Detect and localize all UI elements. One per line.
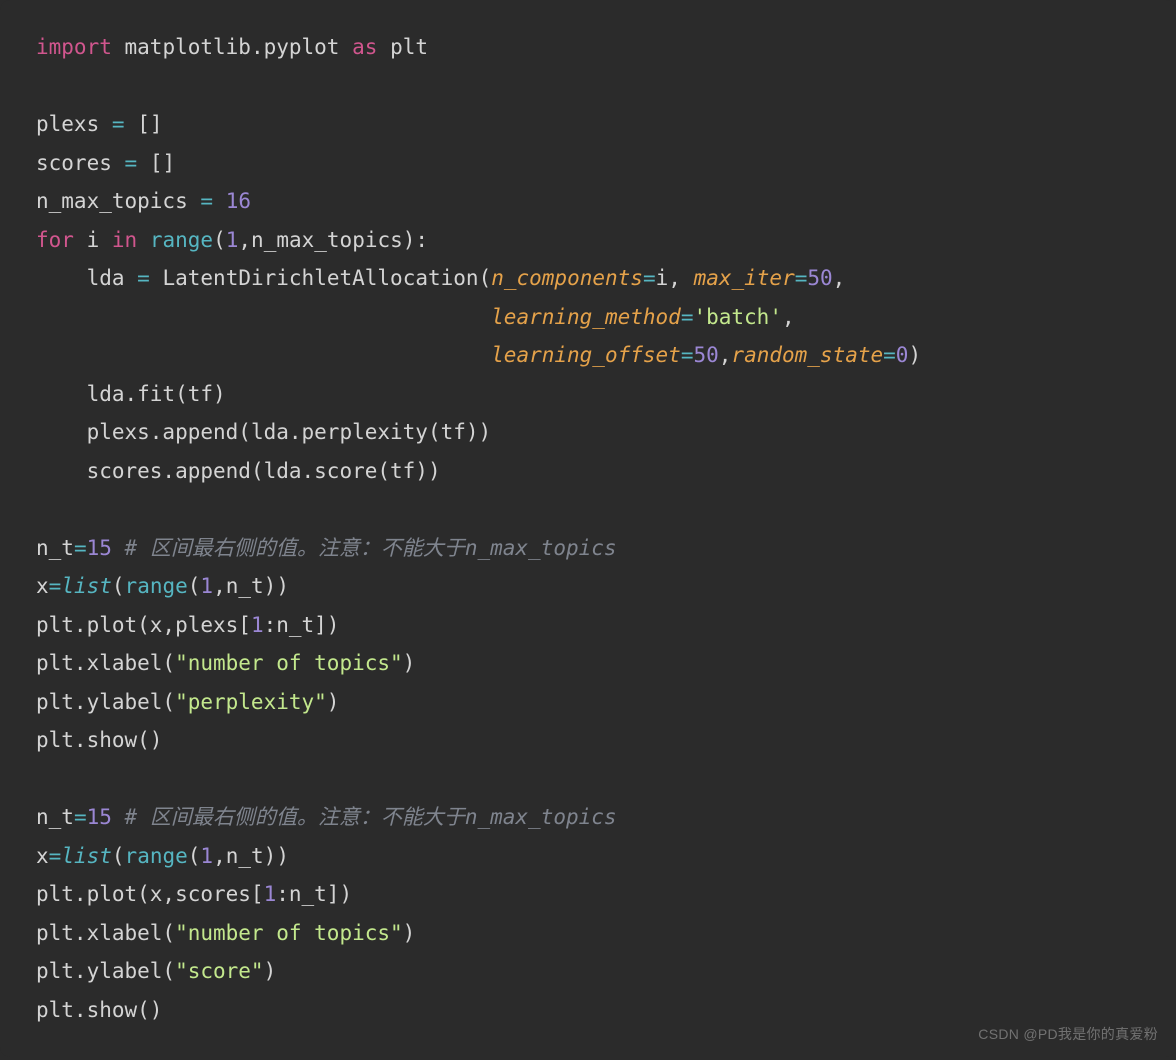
code-line: plt.xlabel("number of topics") [36, 921, 415, 945]
code-line: plt.plot(x,scores[1:n_t]) [36, 882, 352, 906]
code-line: learning_method='batch', [36, 305, 795, 329]
code-line: n_max_topics = 16 [36, 189, 251, 213]
watermark: CSDN @PD我是你的真爱粉 [978, 1024, 1158, 1044]
code-line: plexs = [] [36, 112, 162, 136]
code-line: plexs.append(lda.perplexity(tf)) [36, 420, 491, 444]
code-line: for i in range(1,n_max_topics): [36, 228, 428, 252]
code-line: plt.show() [36, 998, 162, 1022]
code-line: n_t=15 # 区间最右侧的值。注意：不能大于n_max_topics [36, 805, 617, 829]
code-line: plt.xlabel("number of topics") [36, 651, 415, 675]
code-line: scores.append(lda.score(tf)) [36, 459, 441, 483]
code-line: plt.show() [36, 728, 162, 752]
code-block: import matplotlib.pyplot as plt plexs = … [0, 0, 1176, 1057]
code-line: learning_offset=50,random_state=0) [36, 343, 921, 367]
code-line: x=list(range(1,n_t)) [36, 844, 289, 868]
code-line: scores = [] [36, 151, 175, 175]
code-line: lda.fit(tf) [36, 382, 226, 406]
code-line: x=list(range(1,n_t)) [36, 574, 289, 598]
code-line: plt.ylabel("perplexity") [36, 690, 339, 714]
code-line: lda = LatentDirichletAllocation(n_compon… [36, 266, 845, 290]
code-line: n_t=15 # 区间最右侧的值。注意：不能大于n_max_topics [36, 536, 617, 560]
keyword-import: import [36, 35, 112, 59]
code-line: plt.ylabel("score") [36, 959, 276, 983]
code-line: import matplotlib.pyplot as plt [36, 35, 428, 59]
code-line: plt.plot(x,plexs[1:n_t]) [36, 613, 339, 637]
